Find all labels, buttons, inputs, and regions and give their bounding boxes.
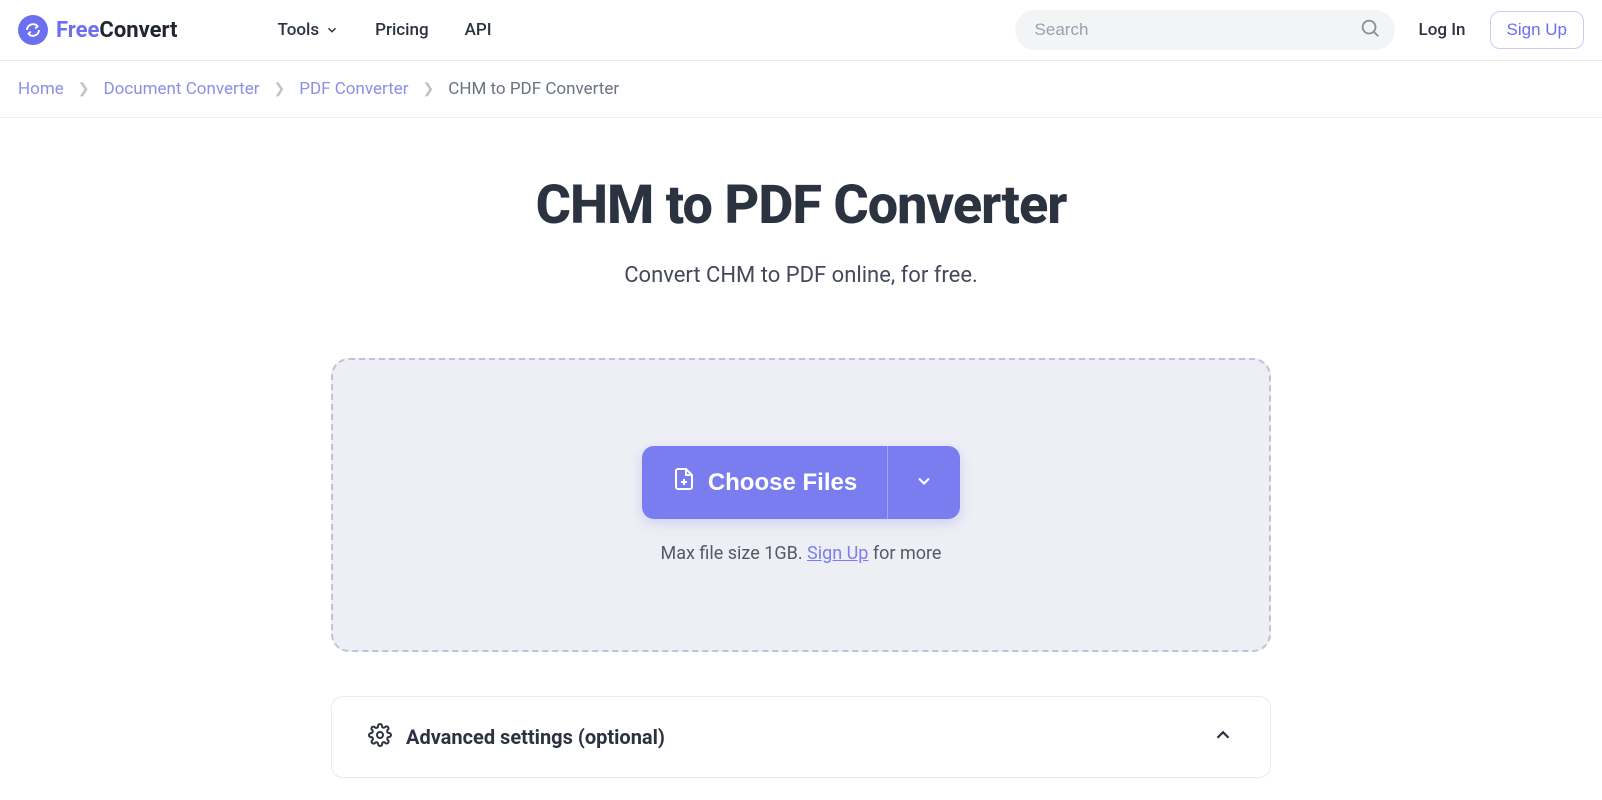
- chevron-up-icon: [1212, 724, 1234, 750]
- chevron-down-icon: [914, 471, 934, 494]
- chevron-right-icon: ❯: [78, 81, 90, 97]
- choose-files-button[interactable]: Choose Files: [642, 446, 887, 519]
- nav-pricing[interactable]: Pricing: [375, 20, 429, 40]
- choose-files-group: Choose Files: [642, 446, 960, 519]
- breadcrumb: Home ❯ Document Converter ❯ PDF Converte…: [0, 61, 1602, 118]
- logo[interactable]: FreeConvert: [18, 15, 178, 45]
- advanced-left: Advanced settings (optional): [368, 723, 665, 751]
- chevron-right-icon: ❯: [274, 81, 286, 97]
- signup-button[interactable]: Sign Up: [1490, 11, 1584, 49]
- file-add-icon: [672, 466, 696, 499]
- advanced-settings-toggle[interactable]: Advanced settings (optional): [331, 696, 1271, 778]
- header-left: FreeConvert Tools Pricing API: [18, 15, 492, 45]
- breadcrumb-document-converter[interactable]: Document Converter: [103, 79, 259, 99]
- breadcrumb-home[interactable]: Home: [18, 79, 64, 99]
- breadcrumb-current: CHM to PDF Converter: [448, 79, 619, 99]
- main-nav: Tools Pricing API: [278, 20, 492, 40]
- file-size-note: Max file size 1GB. Sign Up for more: [353, 543, 1249, 564]
- search-icon[interactable]: [1359, 17, 1381, 43]
- logo-text: FreeConvert: [56, 18, 178, 43]
- nav-api[interactable]: API: [465, 20, 492, 40]
- note-post: for more: [868, 543, 941, 564]
- page-subtitle: Convert CHM to PDF online, for free.: [20, 263, 1582, 288]
- nav-tools-label: Tools: [278, 20, 320, 40]
- main-content: CHM to PDF Converter Convert CHM to PDF …: [0, 118, 1602, 778]
- page-title: CHM to PDF Converter: [20, 174, 1582, 237]
- search-field[interactable]: [1015, 10, 1395, 50]
- note-pre: Max file size 1GB.: [661, 543, 808, 564]
- advanced-settings-label: Advanced settings (optional): [406, 725, 665, 749]
- chevron-right-icon: ❯: [423, 81, 435, 97]
- nav-tools[interactable]: Tools: [278, 20, 340, 40]
- signup-link-inline[interactable]: Sign Up: [807, 543, 868, 564]
- login-link[interactable]: Log In: [1419, 20, 1466, 40]
- logo-icon: [18, 15, 48, 45]
- search-input[interactable]: [1035, 20, 1349, 40]
- header-right: Log In Sign Up: [1015, 10, 1584, 50]
- breadcrumb-pdf-converter[interactable]: PDF Converter: [299, 79, 408, 99]
- header: FreeConvert Tools Pricing API Log In Sig…: [0, 0, 1602, 61]
- choose-files-label: Choose Files: [708, 469, 857, 497]
- file-dropzone[interactable]: Choose Files Max file size 1GB. Sign Up …: [331, 358, 1271, 652]
- chevron-down-icon: [325, 23, 339, 37]
- choose-files-dropdown[interactable]: [887, 446, 960, 519]
- gear-icon: [368, 723, 392, 751]
